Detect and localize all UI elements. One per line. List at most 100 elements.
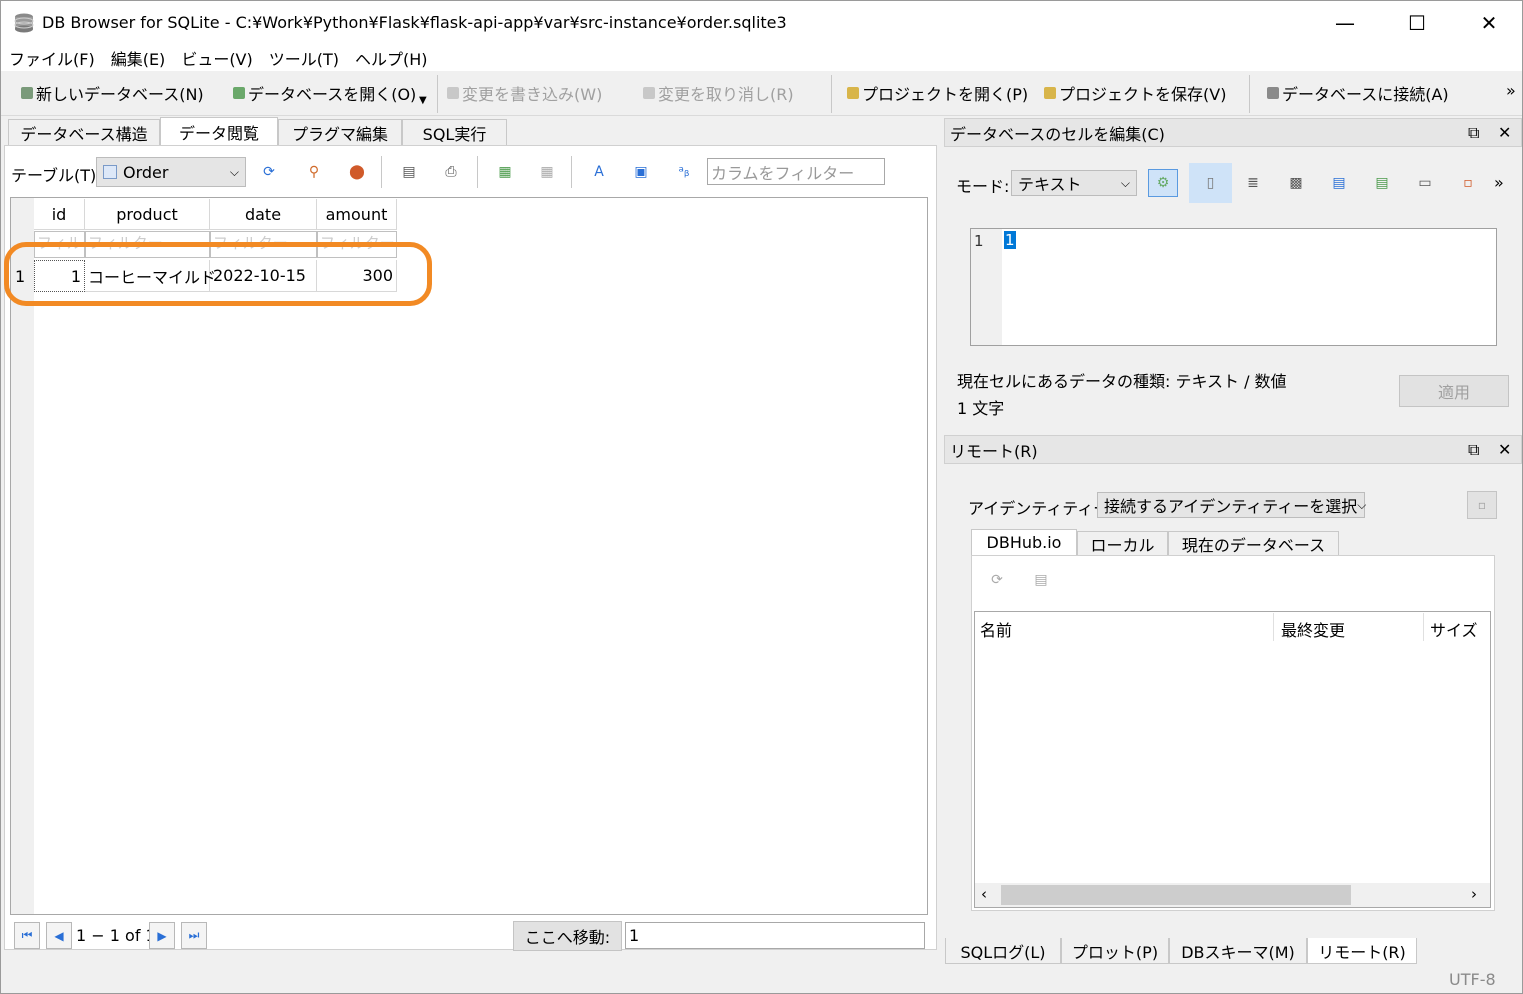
identity-select[interactable]: 接続するアイデンティティーを選択 ⌵ [1097, 492, 1367, 518]
menu-help[interactable]: ヘルプ(H) [347, 46, 436, 70]
import-icon[interactable]: ▤ [1372, 173, 1392, 193]
tab-execute-sql[interactable]: SQL実行 [402, 119, 507, 145]
column-header-name[interactable]: 名前 [980, 617, 1012, 641]
column-header-amount[interactable]: amount [317, 199, 397, 230]
copy-icon[interactable]: ▤ [1329, 173, 1349, 193]
open-database-icon [233, 87, 245, 99]
cell-type-info: 現在セルにあるデータの種類: テキスト / 数値 [957, 372, 1287, 391]
table-select[interactable]: Order ⌵ [96, 157, 246, 187]
toolbar-separator [1249, 75, 1250, 113]
horizontal-scrollbar[interactable]: ‹ › [975, 883, 1490, 907]
refresh-icon[interactable]: ⟳ [987, 570, 1007, 590]
save-project-button[interactable]: プロジェクトを保存(V) [1044, 81, 1226, 105]
toolbar-separator [437, 75, 438, 113]
menu-file[interactable]: ファイル(F) [1, 46, 103, 70]
menu-bar: ファイル(F) 編集(E) ビュー(V) ツール(T) ヘルプ(H) [1, 45, 1522, 71]
title-bar: DB Browser for SQLite - C:¥Work¥Python¥F… [1, 1, 1522, 45]
clear-filters-icon[interactable]: ⚲ [304, 162, 324, 182]
find-icon[interactable]: A [589, 162, 609, 182]
scroll-right-icon[interactable]: › [1471, 885, 1477, 903]
table-icon [103, 165, 117, 179]
attach-database-button[interactable]: データベースに接続(A) [1267, 81, 1449, 105]
tab-local[interactable]: ローカル [1077, 531, 1168, 555]
toolbar-overflow-button[interactable]: » [1506, 81, 1516, 100]
open-project-icon [847, 87, 859, 99]
revert-changes-button[interactable]: 変更を取り消し(R) [643, 81, 794, 105]
remote-settings-button[interactable]: ▫ [1467, 491, 1497, 519]
indent-icon[interactable]: ≣ [1243, 173, 1263, 193]
column-header-last-modified[interactable]: 最終変更 [1281, 617, 1345, 641]
close-dock-icon[interactable]: ✕ [1498, 440, 1511, 459]
tab-database-structure[interactable]: データベース構造 [8, 119, 160, 145]
refresh-icon[interactable]: ⟳ [259, 162, 279, 182]
menu-view[interactable]: ビュー(V) [173, 46, 260, 70]
menu-tools[interactable]: ツール(T) [261, 46, 347, 70]
tab-edit-pragmas[interactable]: プラグマ編集 [278, 119, 402, 145]
menu-edit[interactable]: 編集(E) [103, 46, 174, 70]
replace-icon[interactable]: ▣ [631, 162, 651, 182]
minimize-button[interactable]: — [1309, 1, 1381, 45]
goto-button[interactable]: ここへ移動: [513, 921, 622, 951]
scrollbar-thumb[interactable] [1001, 885, 1351, 905]
chevron-down-icon: ⌵ [1357, 497, 1367, 512]
column-header-size[interactable]: サイズ [1430, 617, 1478, 641]
next-page-button[interactable]: ▶ [149, 922, 175, 949]
save-table-icon[interactable]: ▤ [399, 162, 419, 182]
column-header-id[interactable]: id [34, 199, 85, 230]
auto-format-icon[interactable]: ⚙ [1148, 169, 1178, 197]
maximize-button[interactable]: ☐ [1381, 1, 1453, 45]
toolbar-separator [831, 75, 832, 113]
app-window: DB Browser for SQLite - C:¥Work¥Python¥F… [0, 0, 1523, 994]
close-button[interactable]: ✕ [1453, 1, 1523, 45]
editor-text: 1 [1004, 231, 1016, 249]
scroll-left-icon[interactable]: ‹ [981, 885, 987, 903]
revert-changes-icon [643, 87, 655, 99]
apply-button[interactable]: 適用 [1399, 375, 1509, 407]
set-null-icon[interactable]: ▭ [1415, 173, 1435, 193]
mode-label: モード: [956, 177, 1010, 196]
close-dock-icon[interactable]: ✕ [1498, 123, 1511, 142]
clear-sort-icon[interactable]: ⬤ [347, 162, 367, 182]
remote-file-list [974, 611, 1491, 908]
open-project-button[interactable]: プロジェクトを開く(P) [847, 81, 1028, 105]
tab-dbhub[interactable]: DBHub.io [971, 529, 1077, 555]
clone-icon[interactable]: ▤ [1031, 570, 1051, 590]
open-database-dropdown-icon[interactable]: ▼ [419, 95, 427, 106]
new-database-icon [21, 87, 33, 99]
attach-database-icon [1267, 87, 1279, 99]
cell-editor[interactable]: 1 1 [970, 228, 1497, 346]
word-wrap-icon[interactable]: ▯ [1189, 163, 1232, 203]
identity-label: アイデンティティー [968, 499, 1110, 518]
open-database-button[interactable]: データベースを開く(O) [233, 81, 416, 105]
mode-select[interactable]: テキスト ⌵ [1011, 170, 1137, 196]
last-page-button[interactable]: ⏭ [181, 922, 207, 949]
column-header-product[interactable]: product [85, 199, 210, 230]
table-label: テーブル(T): [11, 166, 102, 185]
main-toolbar: 新しいデータベース(N) データベースを開く(O) ▼ 変更を書き込み(W) 変… [1, 71, 1522, 116]
goto-input[interactable]: 1 [625, 922, 925, 949]
tab-db-schema[interactable]: DBスキーマ(M) [1169, 938, 1307, 964]
print-icon[interactable]: ⎙ [441, 162, 461, 182]
delete-record-icon[interactable]: ▦ [537, 162, 557, 182]
float-dock-icon[interactable]: ⧉ [1468, 440, 1479, 460]
column-header-date[interactable]: date [210, 199, 317, 230]
remote-dock-title: リモート(R) [944, 435, 1522, 464]
insert-record-icon[interactable]: ▦ [495, 162, 515, 182]
write-changes-button[interactable]: 変更を書き込み(W) [447, 81, 602, 105]
edit-toolbar-overflow-button[interactable]: » [1494, 173, 1504, 192]
column-filter-input[interactable]: カラムをフィルター [707, 158, 885, 185]
clear-icon[interactable]: ▫ [1458, 173, 1478, 193]
format-icon[interactable]: ᵃᵦ [674, 162, 694, 182]
tab-current-database[interactable]: 現在のデータベース [1168, 531, 1339, 555]
app-icon [13, 12, 35, 34]
tab-browse-data[interactable]: データ閲覧 [160, 117, 278, 146]
export-icon[interactable]: ▩ [1286, 173, 1306, 193]
tab-remote[interactable]: リモート(R) [1307, 938, 1417, 964]
float-dock-icon[interactable]: ⧉ [1468, 123, 1479, 143]
pager-text: 1 − 1 of 1 [76, 926, 156, 945]
first-page-button[interactable]: ⏮ [14, 922, 40, 949]
new-database-button[interactable]: 新しいデータベース(N) [21, 81, 204, 105]
tab-sql-log[interactable]: SQLログ(L) [945, 938, 1061, 964]
tab-plot[interactable]: プロット(P) [1061, 938, 1169, 964]
prev-page-button[interactable]: ◀ [46, 922, 72, 949]
